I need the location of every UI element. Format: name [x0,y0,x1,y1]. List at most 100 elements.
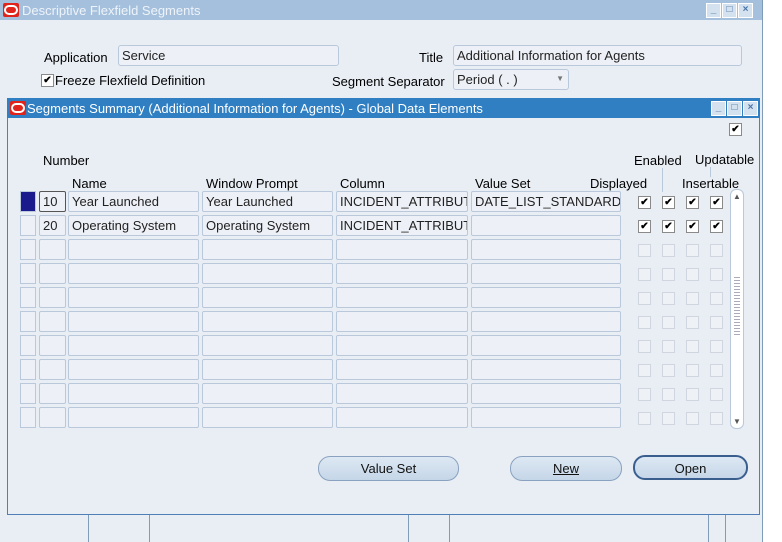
number-field[interactable]: 20 [39,215,66,236]
maximize-icon[interactable]: □ [727,101,742,116]
prompt-field[interactable]: Year Launched [202,191,333,212]
number-field[interactable] [39,239,66,260]
insertable-checkbox[interactable]: ✔ [686,196,699,209]
freeze-checkbox[interactable]: ✔ [41,74,54,87]
row-indicator[interactable] [20,287,36,308]
enabled-checkbox[interactable] [662,316,675,329]
row-indicator[interactable] [20,383,36,404]
value-set-field[interactable] [471,311,621,332]
insertable-checkbox[interactable] [686,292,699,305]
displayed-checkbox[interactable]: ✔ [638,196,651,209]
updatable-checkbox[interactable] [710,292,723,305]
open-button[interactable]: Open [633,455,748,480]
name-field[interactable] [68,335,199,356]
column-field[interactable] [336,311,468,332]
minimize-icon[interactable]: _ [706,3,721,18]
row-indicator[interactable] [20,407,36,428]
name-field[interactable] [68,383,199,404]
insertable-checkbox[interactable] [686,388,699,401]
row-indicator[interactable] [20,335,36,356]
insertable-checkbox[interactable] [686,340,699,353]
prompt-field[interactable] [202,359,333,380]
prompt-field[interactable] [202,335,333,356]
prompt-field[interactable]: Operating System [202,215,333,236]
close-icon[interactable]: × [738,3,753,18]
name-field[interactable] [68,407,199,428]
scroll-thumb[interactable] [734,275,740,335]
column-field[interactable] [336,239,468,260]
name-field[interactable] [68,263,199,284]
displayed-checkbox[interactable] [638,316,651,329]
number-field[interactable] [39,335,66,356]
number-field[interactable] [39,287,66,308]
displayed-checkbox[interactable] [638,364,651,377]
row-indicator[interactable] [20,239,36,260]
insertable-checkbox[interactable] [686,244,699,257]
prompt-field[interactable] [202,263,333,284]
column-field[interactable] [336,263,468,284]
column-field[interactable]: INCIDENT_ATTRIBUTE_ [336,191,468,212]
row-indicator[interactable] [20,263,36,284]
value-set-field[interactable] [471,383,621,404]
prompt-field[interactable] [202,287,333,308]
updatable-checkbox[interactable] [710,364,723,377]
name-field[interactable] [68,359,199,380]
new-button[interactable]: New [510,456,622,481]
separator-select[interactable]: Period ( . ) ▼ [453,69,569,90]
prompt-field[interactable] [202,383,333,404]
insertable-checkbox[interactable]: ✔ [686,220,699,233]
prompt-field[interactable] [202,239,333,260]
row-indicator[interactable] [20,215,36,236]
insertable-checkbox[interactable] [686,268,699,281]
insertable-checkbox[interactable] [686,412,699,425]
vertical-scrollbar[interactable]: ▲ ▼ [730,189,744,429]
enabled-checkbox[interactable] [662,412,675,425]
number-field[interactable] [39,263,66,284]
displayed-checkbox[interactable] [638,412,651,425]
updatable-checkbox[interactable] [710,388,723,401]
value-set-field[interactable] [471,287,621,308]
name-field[interactable]: Year Launched [68,191,199,212]
enabled-checkbox[interactable]: ✔ [662,220,675,233]
enabled-checkbox[interactable] [662,340,675,353]
top-checkbox[interactable]: ✔ [729,123,742,136]
value-set-field[interactable]: DATE_LIST_STANDARD [471,191,621,212]
title-field[interactable]: Additional Information for Agents [453,45,742,66]
name-field[interactable]: Operating System [68,215,199,236]
updatable-checkbox[interactable]: ✔ [710,196,723,209]
insertable-checkbox[interactable] [686,364,699,377]
displayed-checkbox[interactable] [638,292,651,305]
close-icon[interactable]: × [743,101,758,116]
number-field[interactable] [39,383,66,404]
row-indicator[interactable] [20,191,36,212]
value-set-field[interactable] [471,263,621,284]
prompt-field[interactable] [202,311,333,332]
displayed-checkbox[interactable] [638,340,651,353]
name-field[interactable] [68,239,199,260]
name-field[interactable] [68,287,199,308]
updatable-checkbox[interactable] [710,268,723,281]
updatable-checkbox[interactable] [710,244,723,257]
enabled-checkbox[interactable] [662,364,675,377]
displayed-checkbox[interactable] [638,244,651,257]
enabled-checkbox[interactable] [662,388,675,401]
updatable-checkbox[interactable] [710,316,723,329]
minimize-icon[interactable]: _ [711,101,726,116]
value-set-field[interactable] [471,407,621,428]
enabled-checkbox[interactable]: ✔ [662,196,675,209]
prompt-field[interactable] [202,407,333,428]
number-field[interactable]: 10 [39,191,66,212]
enabled-checkbox[interactable] [662,292,675,305]
maximize-icon[interactable]: □ [722,3,737,18]
row-indicator[interactable] [20,359,36,380]
displayed-checkbox[interactable] [638,388,651,401]
value-set-field[interactable] [471,215,621,236]
number-field[interactable] [39,359,66,380]
updatable-checkbox[interactable]: ✔ [710,220,723,233]
column-field[interactable] [336,359,468,380]
column-field[interactable] [336,383,468,404]
scroll-down-icon[interactable]: ▼ [733,417,741,426]
column-field[interactable] [336,335,468,356]
value-set-button[interactable]: Value Set [318,456,459,481]
value-set-field[interactable] [471,335,621,356]
